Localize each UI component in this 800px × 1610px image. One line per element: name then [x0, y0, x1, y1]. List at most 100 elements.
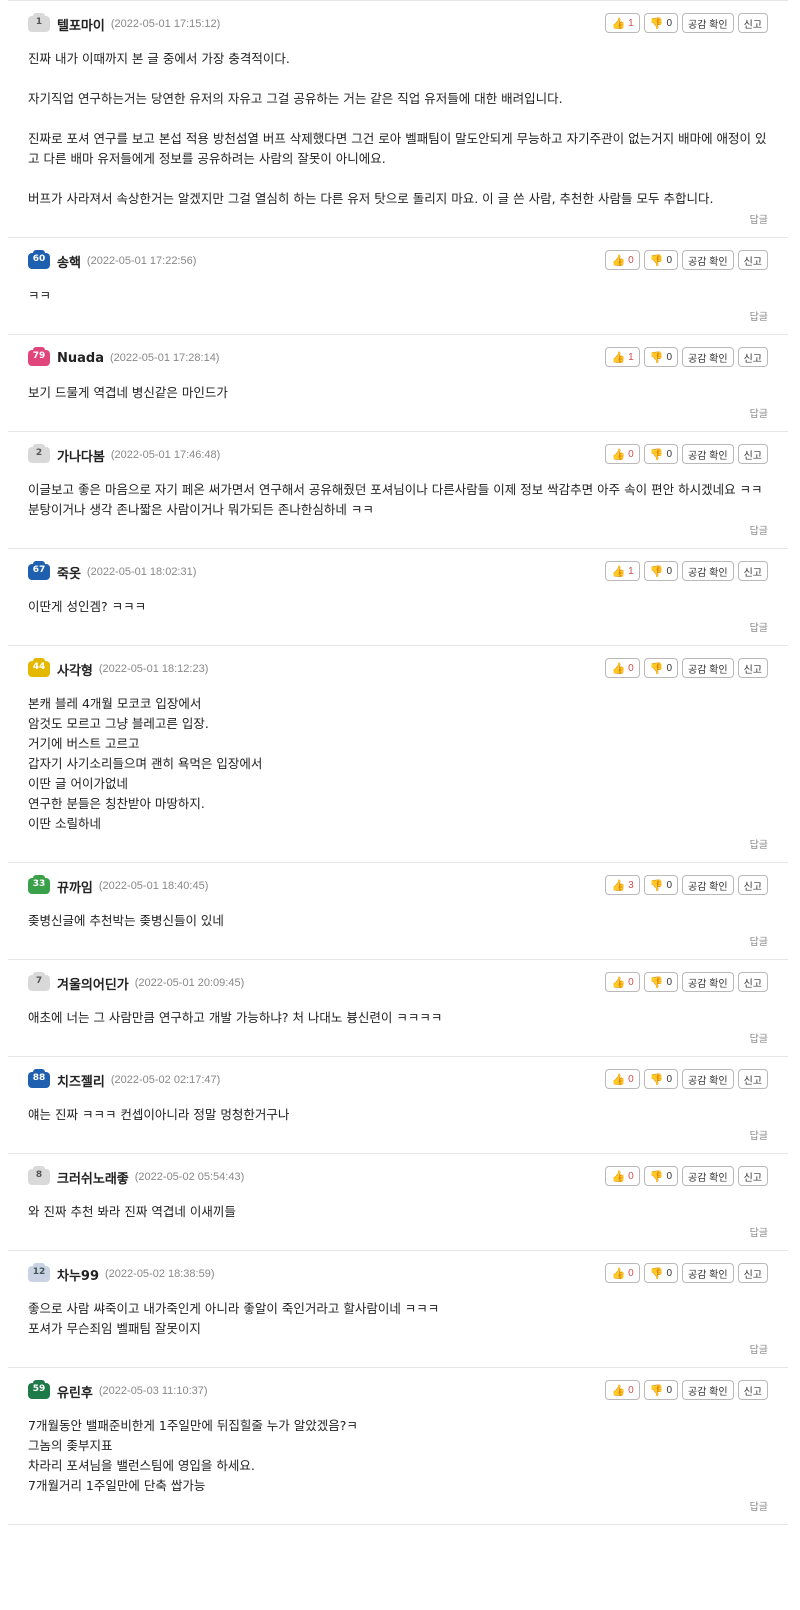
- level-badge-icon: 2: [28, 444, 50, 463]
- comment-actions: 👍 0 👎 0 공감 확인 신고: [605, 658, 768, 678]
- reply-link[interactable]: 답글: [8, 619, 788, 635]
- empathy-check-button[interactable]: 공감 확인: [682, 561, 734, 581]
- level-badge-icon: 33: [28, 875, 50, 894]
- thumbs-up-icon: 👍: [611, 1073, 626, 1086]
- empathy-check-button[interactable]: 공감 확인: [682, 875, 734, 895]
- report-button[interactable]: 신고: [737, 972, 768, 992]
- comment-item: 1 텔포마이 (2022-05-01 17:15:12) 👍 1 👎 0 공감 확인…: [8, 1, 788, 238]
- dislike-button[interactable]: 👎 0: [643, 1263, 678, 1283]
- report-button[interactable]: 신고: [737, 13, 768, 33]
- like-button[interactable]: 👍 0: [605, 1166, 640, 1186]
- reply-link[interactable]: 답글: [8, 211, 788, 227]
- comment-body: 이딴게 성인겜? ㅋㅋㅋ: [28, 599, 147, 614]
- like-button[interactable]: 👍 0: [605, 658, 640, 678]
- report-button[interactable]: 신고: [737, 875, 768, 895]
- comment-date: (2022-05-02 18:38:59): [105, 1268, 215, 1280]
- report-button[interactable]: 신고: [737, 1166, 768, 1186]
- thumbs-down-icon: 👎: [649, 1170, 664, 1183]
- reply-link[interactable]: 답글: [8, 1498, 788, 1514]
- level-badge-icon: 1: [28, 13, 50, 32]
- thumbs-up-icon: 👍: [611, 254, 626, 267]
- level-badge-icon: 8: [28, 1166, 50, 1185]
- dislike-button[interactable]: 👎 0: [643, 1380, 678, 1400]
- empathy-check-button[interactable]: 공감 확인: [682, 1069, 734, 1089]
- thumbs-up-icon: 👍: [611, 17, 626, 30]
- dislike-button[interactable]: 👎 0: [643, 13, 678, 33]
- level-badge-icon: 7: [28, 972, 50, 991]
- dislike-button[interactable]: 👎 0: [643, 875, 678, 895]
- comment-actions: 👍 0 👎 0 공감 확인 신고: [605, 972, 768, 992]
- author-name[interactable]: 유린후: [57, 1382, 93, 1401]
- report-button[interactable]: 신고: [737, 1380, 768, 1400]
- comment-item: 60 송핵 (2022-05-01 17:22:56) 👍 0 👎 0 공감 확인 …: [8, 238, 788, 335]
- reply-link[interactable]: 답글: [8, 522, 788, 538]
- reply-link[interactable]: 답글: [8, 1127, 788, 1143]
- reply-link[interactable]: 답글: [8, 836, 788, 852]
- reply-link[interactable]: 답글: [8, 1341, 788, 1357]
- like-button[interactable]: 👍 0: [605, 1069, 640, 1089]
- like-button[interactable]: 👍 1: [605, 13, 640, 33]
- empathy-check-button[interactable]: 공감 확인: [682, 1263, 734, 1283]
- thumbs-down-icon: 👎: [649, 1073, 664, 1086]
- comment-actions: 👍 0 👎 0 공감 확인 신고: [605, 1263, 768, 1283]
- dislike-button[interactable]: 👎 0: [643, 972, 678, 992]
- dislike-button[interactable]: 👎 0: [643, 1166, 678, 1186]
- reply-link[interactable]: 답글: [8, 308, 788, 324]
- dislike-button[interactable]: 👎 0: [643, 444, 678, 464]
- author-name[interactable]: 죽옷: [57, 563, 81, 582]
- like-button[interactable]: 👍 3: [605, 875, 640, 895]
- author-name[interactable]: 차누99: [57, 1265, 99, 1284]
- like-button[interactable]: 👍 0: [605, 1263, 640, 1283]
- empathy-check-button[interactable]: 공감 확인: [682, 1166, 734, 1186]
- reply-link[interactable]: 답글: [8, 1224, 788, 1240]
- empathy-check-button[interactable]: 공감 확인: [682, 13, 734, 33]
- dislike-button[interactable]: 👎 0: [643, 561, 678, 581]
- empathy-check-button[interactable]: 공감 확인: [682, 658, 734, 678]
- empathy-check-button[interactable]: 공감 확인: [682, 347, 734, 367]
- report-button[interactable]: 신고: [737, 561, 768, 581]
- empathy-check-button[interactable]: 공감 확인: [682, 444, 734, 464]
- reply-link[interactable]: 답글: [8, 405, 788, 421]
- report-button[interactable]: 신고: [737, 1069, 768, 1089]
- like-button[interactable]: 👍 0: [605, 250, 640, 270]
- author-name[interactable]: 텔포마이: [57, 15, 105, 34]
- comment-body: 애초에 너는 그 사람만큼 연구하고 개발 가능하냐? 처 나대노 븅신련이 ㅋ…: [28, 1010, 443, 1025]
- comment-body: 7개월동안 밸패준비한게 1주일만에 뒤집힐줄 누가 알았겠음?ㅋ 그놈의 좆부…: [28, 1418, 358, 1493]
- author-name[interactable]: 송핵: [57, 252, 81, 271]
- comment-date: (2022-05-01 20:09:45): [134, 977, 245, 989]
- like-button[interactable]: 👍 1: [605, 347, 640, 367]
- comment-body: 좆병신글에 추천박는 좆병신들이 있네: [28, 913, 224, 928]
- dislike-button[interactable]: 👎 0: [643, 347, 678, 367]
- report-button[interactable]: 신고: [737, 444, 768, 464]
- like-button[interactable]: 👍 0: [605, 1380, 640, 1400]
- level-badge-icon: 44: [28, 658, 50, 677]
- report-button[interactable]: 신고: [737, 1263, 768, 1283]
- dislike-button[interactable]: 👎 0: [643, 658, 678, 678]
- like-button[interactable]: 👍 1: [605, 561, 640, 581]
- comment-actions: 👍 1 👎 0 공감 확인 신고: [605, 561, 768, 581]
- comment-item: 59 유린후 (2022-05-03 11:10:37) 👍 0 👎 0 공감 확인…: [8, 1368, 788, 1525]
- author-name[interactable]: 겨울의어딘가: [57, 974, 129, 993]
- reply-link[interactable]: 답글: [8, 933, 788, 949]
- report-button[interactable]: 신고: [737, 347, 768, 367]
- report-button[interactable]: 신고: [737, 658, 768, 678]
- dislike-button[interactable]: 👎 0: [643, 1069, 678, 1089]
- author-name[interactable]: 가나다봄: [57, 446, 105, 465]
- empathy-check-button[interactable]: 공감 확인: [682, 1380, 734, 1400]
- thumbs-up-icon: 👍: [611, 448, 626, 461]
- like-button[interactable]: 👍 0: [605, 972, 640, 992]
- comment-actions: 👍 0 👎 0 공감 확인 신고: [605, 1166, 768, 1186]
- author-name[interactable]: 크러쉬노래좋: [57, 1168, 129, 1187]
- report-button[interactable]: 신고: [737, 250, 768, 270]
- like-button[interactable]: 👍 0: [605, 444, 640, 464]
- dislike-button[interactable]: 👎 0: [643, 250, 678, 270]
- empathy-check-button[interactable]: 공감 확인: [682, 250, 734, 270]
- author-name[interactable]: 치즈젤리: [57, 1071, 105, 1090]
- thumbs-down-icon: 👎: [649, 976, 664, 989]
- author-name[interactable]: 뀨까임: [57, 877, 93, 896]
- reply-link[interactable]: 답글: [8, 1030, 788, 1046]
- comment-actions: 👍 0 👎 0 공감 확인 신고: [605, 250, 768, 270]
- author-name[interactable]: 사각형: [57, 660, 93, 679]
- author-name[interactable]: Nuada: [57, 351, 104, 366]
- empathy-check-button[interactable]: 공감 확인: [682, 972, 734, 992]
